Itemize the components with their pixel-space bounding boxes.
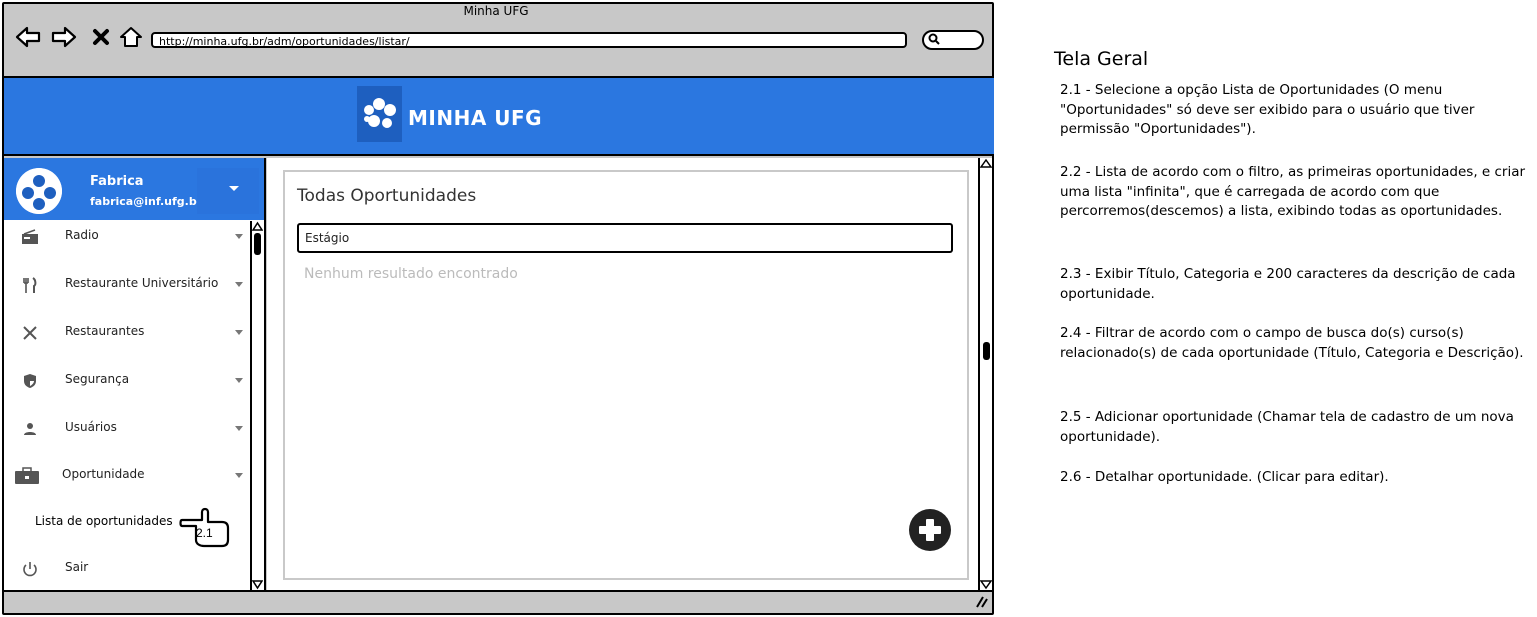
user-name: Fabrica bbox=[90, 174, 144, 189]
note-item: 2.1 - Selecione a opção Lista de Oportun… bbox=[1060, 82, 1475, 137]
user-menu-toggle[interactable] bbox=[197, 168, 259, 214]
briefcase-icon bbox=[14, 467, 40, 485]
note-item: 2.4 - Filtrar de acordo com o campo de b… bbox=[1060, 325, 1524, 361]
chevron-down-icon bbox=[235, 378, 243, 383]
power-icon bbox=[20, 560, 40, 578]
sidebar-item-label: Segurança bbox=[65, 372, 130, 386]
chevron-down-icon bbox=[235, 426, 243, 431]
sidebar-item-label: Restaurante Universitário bbox=[65, 276, 219, 290]
url-bar[interactable]: http://minha.ufg.br/adm/oportunidades/li… bbox=[151, 32, 907, 48]
home-icon[interactable] bbox=[118, 24, 144, 50]
user-email: fabrica@inf.ufg.br bbox=[90, 195, 203, 208]
sidebar-scrollbar[interactable] bbox=[250, 221, 263, 590]
search-icon bbox=[928, 33, 940, 48]
note-item: 2.6 - Detalhar oportunidade. (Clicar par… bbox=[1060, 469, 1389, 485]
empty-state-message: Nenhum resultado encontrado bbox=[304, 266, 518, 282]
sidebar-item-label: Oportunidade bbox=[62, 467, 145, 481]
app-logo-icon bbox=[357, 86, 402, 142]
chevron-down-icon bbox=[235, 330, 243, 335]
sidebar-item-label: Sair bbox=[65, 560, 89, 574]
add-opportunity-button[interactable] bbox=[909, 509, 951, 551]
sidebar-item-oportunidade[interactable]: Oportunidade bbox=[4, 460, 250, 490]
back-arrow-icon[interactable] bbox=[14, 24, 42, 50]
user-icon bbox=[20, 420, 40, 438]
notes-title: Tela Geral bbox=[1054, 48, 1149, 70]
utensils-cross-icon bbox=[20, 324, 40, 342]
sidebar-item-restaurantes[interactable]: Restaurantes bbox=[4, 317, 250, 347]
resize-grip-icon[interactable] bbox=[974, 596, 988, 612]
cutlery-icon bbox=[20, 276, 40, 294]
radio-icon bbox=[20, 228, 40, 246]
page-title: Todas Oportunidades bbox=[297, 186, 477, 206]
sidebar-item-restaurante-universitario[interactable]: Restaurante Universitário bbox=[4, 269, 250, 299]
note-item: 2.2 - Lista de acordo com o filtro, as p… bbox=[1060, 164, 1526, 219]
status-bar bbox=[4, 590, 992, 613]
content-scrollbar[interactable] bbox=[978, 158, 992, 590]
sidebar-item-label: Usuários bbox=[65, 420, 117, 434]
sidebar-subitem-lista-oportunidades[interactable]: Lista de oportunidades bbox=[35, 514, 173, 528]
chevron-down-icon bbox=[235, 473, 243, 478]
forward-arrow-icon[interactable] bbox=[50, 24, 78, 50]
sidebar-item-label: Radio bbox=[65, 228, 99, 242]
chevron-down-icon bbox=[229, 186, 239, 191]
pointing-hand-icon: 2.1 bbox=[178, 502, 230, 552]
browser-search-field[interactable] bbox=[922, 30, 984, 50]
shield-icon bbox=[20, 372, 40, 390]
filter-input[interactable] bbox=[297, 223, 953, 253]
close-icon[interactable] bbox=[90, 24, 112, 50]
sidebar-item-seguranca[interactable]: Segurança bbox=[4, 365, 250, 395]
note-item: 2.3 - Exibir Título, Categoria e 200 car… bbox=[1060, 266, 1516, 302]
sidebar-item-radio[interactable]: Radio bbox=[4, 221, 250, 251]
annotation-marker: 2.1 bbox=[196, 526, 213, 540]
chevron-down-icon bbox=[235, 282, 243, 287]
sidebar-item-sair[interactable]: Sair bbox=[4, 553, 250, 583]
app-brand: MINHA UFG bbox=[408, 106, 543, 130]
avatar bbox=[16, 168, 62, 214]
chevron-down-icon bbox=[235, 234, 243, 239]
window-title: Minha UFG bbox=[463, 4, 529, 18]
note-item: 2.5 - Adicionar oportunidade (Chamar tel… bbox=[1060, 409, 1514, 445]
sidebar-item-label: Restaurantes bbox=[65, 324, 145, 338]
sidebar-item-usuarios[interactable]: Usuários bbox=[4, 413, 250, 443]
